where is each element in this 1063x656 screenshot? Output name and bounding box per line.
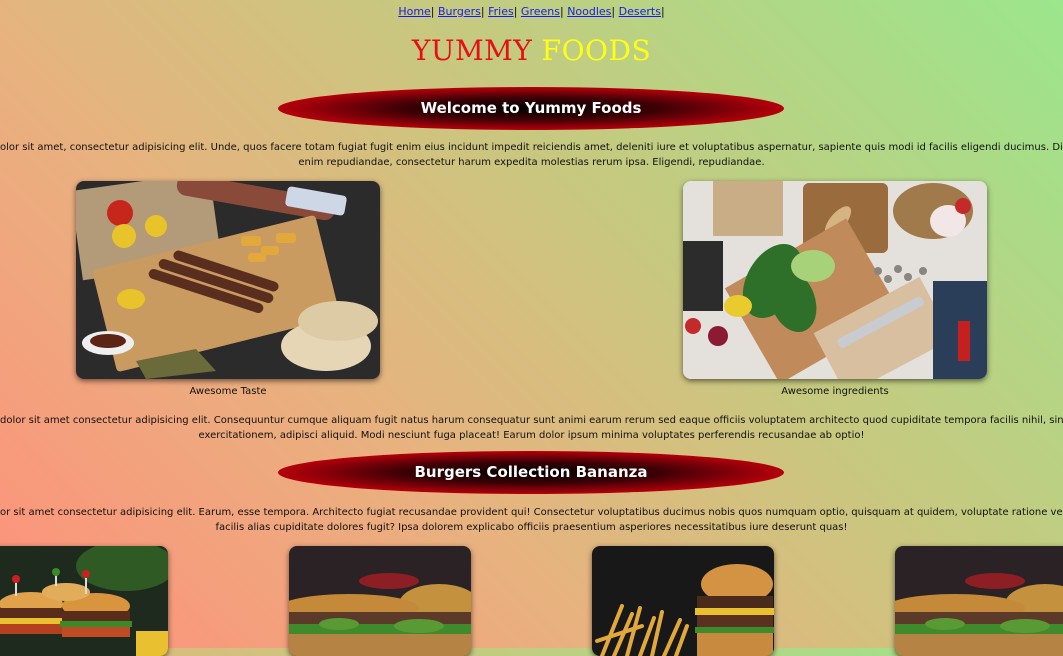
burger-closeup-image — [289, 546, 471, 656]
nav-separator: | — [611, 5, 616, 18]
burgers-paragraph-line: facilis alias cupiditate dolores fugit? … — [215, 522, 848, 533]
nav-link-greens[interactable]: Greens — [521, 5, 560, 18]
nav-separator: | — [430, 5, 435, 18]
awesome-ingredients-image — [683, 181, 987, 379]
welcome-heading: Welcome to Yummy Foods — [278, 87, 784, 130]
nav-separator: | — [660, 5, 665, 18]
nav-link-noodles[interactable]: Noodles — [567, 5, 611, 18]
nav-link-deserts[interactable]: Deserts — [619, 5, 661, 18]
nav-link-burgers[interactable]: Burgers — [438, 5, 481, 18]
top-nav: Home| Burgers| Fries| Greens| Noodles| D… — [0, 5, 1063, 19]
burgers-heading: Burgers Collection Bananza — [278, 451, 784, 494]
burgers-paragraph: or sit amet consectetur adipisicing elit… — [0, 505, 1063, 535]
nav-link-home[interactable]: Home — [398, 5, 430, 18]
burger-closeup-image-2 — [895, 546, 1063, 656]
nav-separator: | — [513, 5, 518, 18]
burgers-paragraph-line: or sit amet consectetur adipisicing elit… — [0, 507, 1063, 518]
nav-link-fries[interactable]: Fries — [488, 5, 514, 18]
gallery-caption: Awesome Taste — [189, 386, 267, 397]
nav-separator: | — [559, 5, 564, 18]
site-title: YUMMY FOODS — [0, 33, 1063, 69]
gallery-paragraph: dolor sit amet consectetur adipisicing e… — [0, 413, 1063, 443]
gallery-paragraph-line: dolor sit amet consectetur adipisicing e… — [0, 415, 1063, 426]
awesome-taste-image — [76, 181, 380, 379]
nav-separator: | — [480, 5, 485, 18]
welcome-paragraph-line: enim repudiandae, consectetur harum expe… — [298, 157, 765, 168]
gallery-caption: Awesome ingredients — [781, 386, 889, 397]
welcome-paragraph: olor sit amet, consectetur adipisicing e… — [0, 140, 1063, 170]
burger-platter-image — [0, 546, 168, 656]
gallery-paragraph-line: exercitationem, adipisci aliquid. Modi n… — [198, 430, 865, 441]
site-title-word-2: FOODS — [541, 34, 652, 67]
site-title-word-1: YUMMY — [411, 34, 533, 67]
welcome-paragraph-line: olor sit amet, consectetur adipisicing e… — [0, 142, 1063, 153]
burger-with-fries-image — [592, 546, 774, 656]
